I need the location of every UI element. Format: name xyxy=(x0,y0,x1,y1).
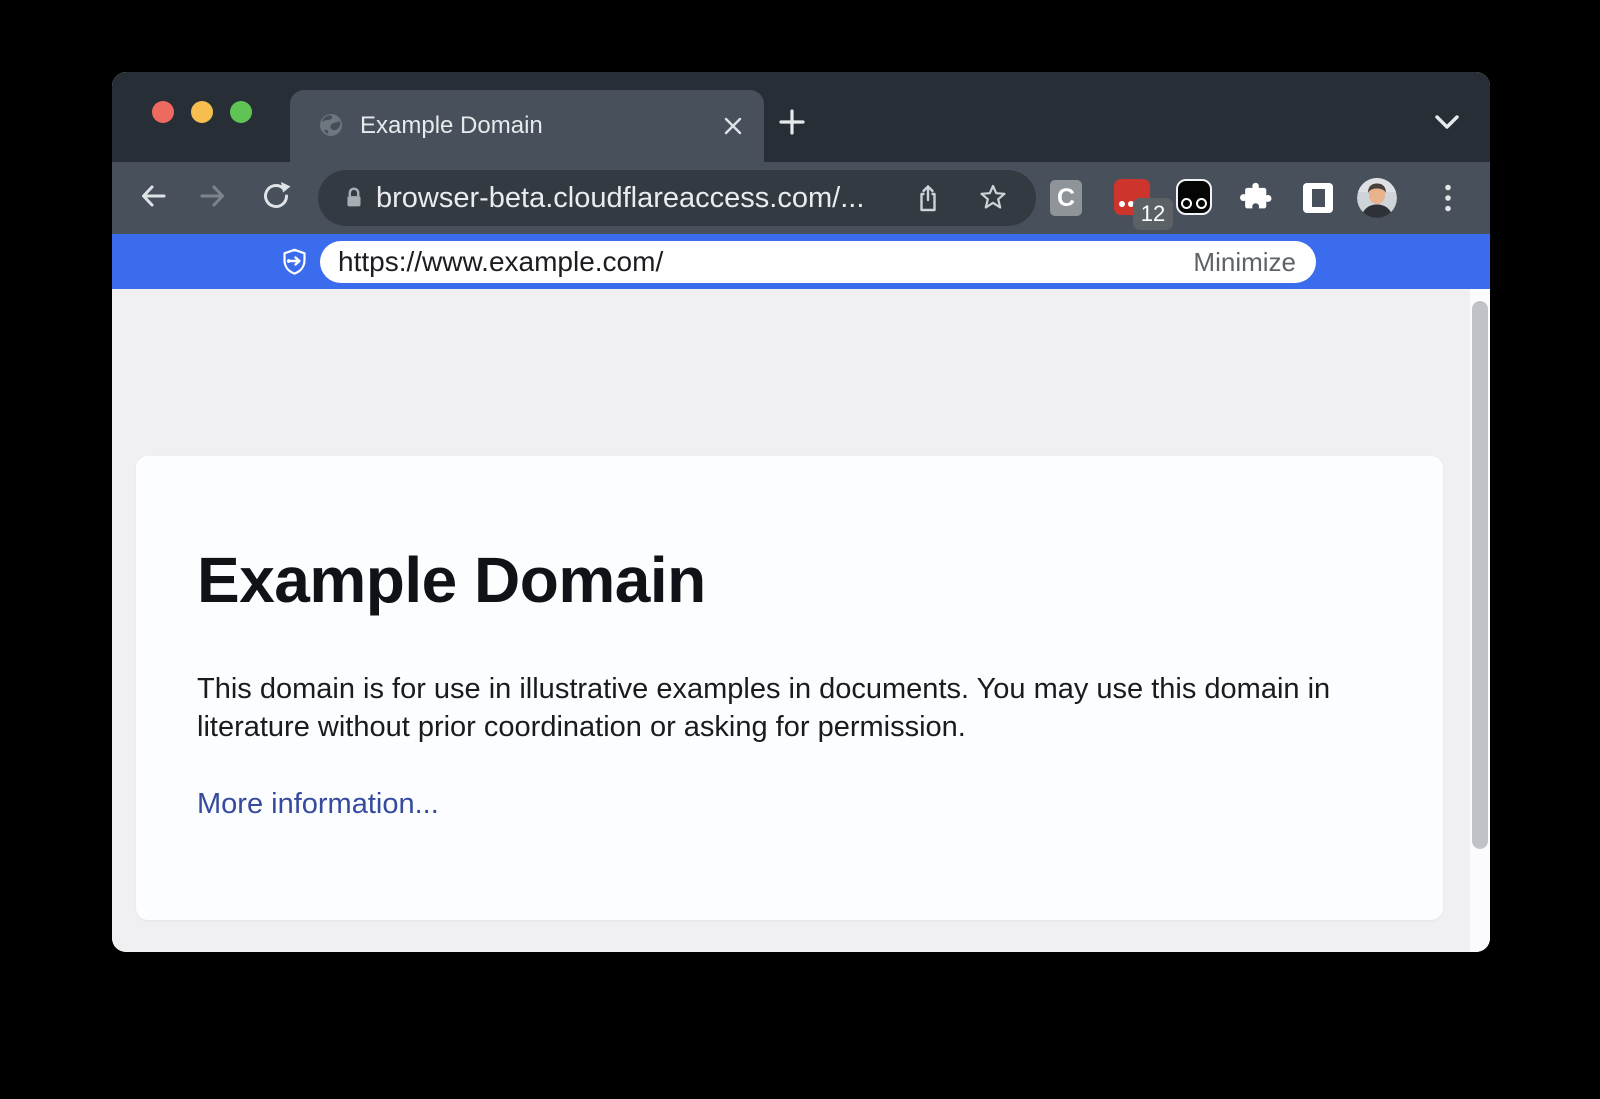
browser-window: Example Domain xyxy=(112,72,1490,952)
browser-toolbar: browser-beta.cloudflareaccess.com/... C … xyxy=(112,162,1490,234)
browser-tab[interactable]: Example Domain xyxy=(290,90,764,162)
glasses-extension-icon[interactable] xyxy=(1176,179,1212,215)
tab-title: Example Domain xyxy=(360,90,543,162)
tab-close-icon[interactable] xyxy=(722,115,744,137)
side-panel-icon[interactable] xyxy=(1303,183,1333,213)
lock-icon[interactable] xyxy=(340,184,368,212)
minimize-button[interactable]: Minimize xyxy=(1193,247,1296,278)
bookmark-star-icon[interactable] xyxy=(978,183,1008,213)
tab-strip: Example Domain xyxy=(112,72,1490,162)
isolation-address-bar[interactable]: https://www.example.com/ Minimize xyxy=(320,241,1316,283)
address-bar[interactable]: browser-beta.cloudflareaccess.com/... xyxy=(318,170,1036,226)
close-window-button[interactable] xyxy=(152,101,174,123)
minimize-window-button[interactable] xyxy=(191,101,213,123)
scrollbar-track[interactable] xyxy=(1470,289,1490,952)
scrollbar-thumb[interactable] xyxy=(1472,301,1488,849)
more-information-link[interactable]: More information... xyxy=(197,788,439,821)
reload-button[interactable] xyxy=(261,181,291,211)
c-extension-icon[interactable]: C xyxy=(1050,180,1082,216)
content-card: Example Domain This domain is for use in… xyxy=(136,456,1443,920)
extension-badge: 12 xyxy=(1133,198,1173,230)
isolation-url-text[interactable]: https://www.example.com/ xyxy=(338,246,663,278)
new-tab-button[interactable] xyxy=(779,109,805,135)
extensions-puzzle-icon[interactable] xyxy=(1240,181,1272,213)
tab-search-chevron-icon[interactable] xyxy=(1434,114,1460,130)
page-body-text: This domain is for use in illustrative e… xyxy=(197,670,1347,746)
page-viewport: Example Domain This domain is for use in… xyxy=(112,289,1490,952)
profile-avatar[interactable] xyxy=(1357,178,1397,218)
share-icon[interactable] xyxy=(913,183,943,213)
page-title: Example Domain xyxy=(197,548,1443,612)
desktop: { "browser": { "tab": { "title": "Exampl… xyxy=(0,0,1600,1099)
browser-menu-kebab-icon[interactable] xyxy=(1442,183,1454,213)
isolation-bar: https://www.example.com/ Minimize xyxy=(112,234,1490,289)
zoom-window-button[interactable] xyxy=(230,101,252,123)
forward-button[interactable] xyxy=(198,181,228,211)
url-text[interactable]: browser-beta.cloudflareaccess.com/... xyxy=(376,170,864,226)
back-button[interactable] xyxy=(138,181,168,211)
shield-arrow-icon xyxy=(281,248,308,275)
window-controls xyxy=(152,101,252,123)
globe-icon xyxy=(318,112,344,138)
